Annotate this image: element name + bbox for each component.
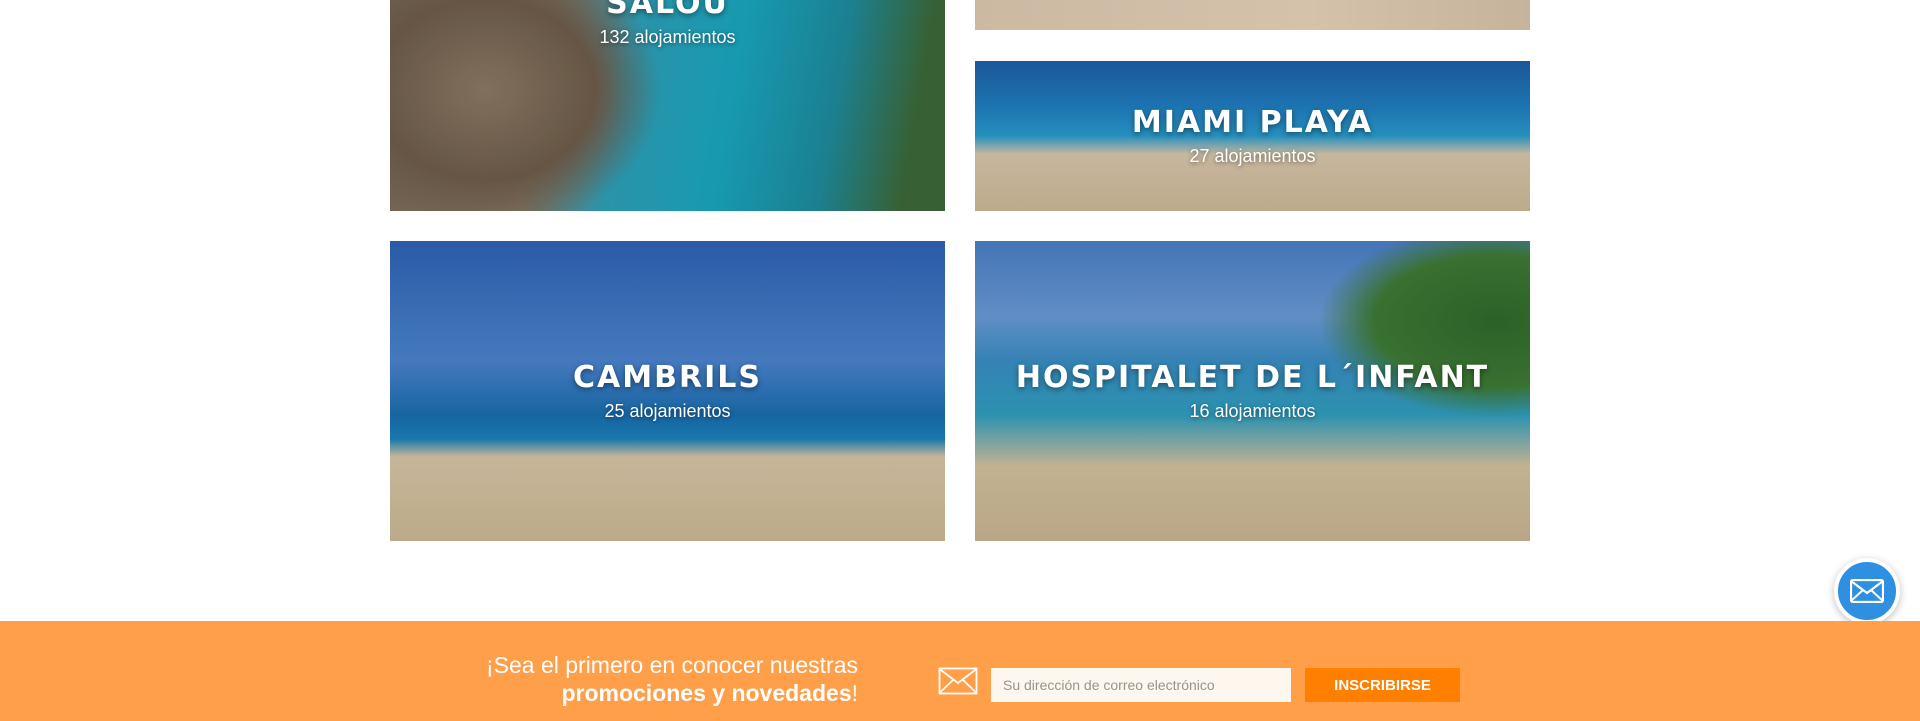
envelope-icon (1850, 579, 1884, 603)
envelope-icon (938, 667, 978, 695)
newsletter-text: ¡Sea el primero en conocer nuestras prom… (486, 651, 858, 707)
newsletter-line2: promociones y novedades! (486, 679, 858, 707)
destination-count: 16 alojamientos (1189, 401, 1316, 421)
destination-card-hospitalet[interactable]: HOSPITALET DE L´INFANT 16 alojamientos (975, 241, 1530, 541)
newsletter-line1: ¡Sea el primero en conocer nuestras (485, 652, 858, 678)
newsletter-exclamation: ! (851, 680, 858, 706)
subscribe-button[interactable]: INSCRIBIRSE (1305, 668, 1460, 702)
destination-count: 132 alojamientos (599, 27, 736, 47)
destination-card-partial[interactable] (975, 0, 1530, 30)
destination-title: MIAMI PLAYA (1131, 105, 1374, 140)
destination-card-cambrils[interactable]: CAMBRILS 25 alojamientos (390, 241, 945, 541)
destination-title: HOSPITALET DE L´INFANT (1015, 360, 1490, 395)
newsletter-highlight: promociones y novedades (561, 680, 852, 706)
destination-title: CAMBRILS (573, 360, 762, 395)
contact-float-button[interactable] (1834, 558, 1900, 624)
destination-count: 25 alojamientos (604, 401, 731, 421)
destination-count: 27 alojamientos (1189, 146, 1316, 166)
destination-card-salou[interactable]: SALOU 132 alojamientos (390, 0, 945, 211)
destination-card-miami-playa[interactable]: MIAMI PLAYA 27 alojamientos (975, 61, 1530, 211)
destination-title: SALOU (606, 0, 729, 21)
newsletter-email-input[interactable] (991, 668, 1291, 702)
